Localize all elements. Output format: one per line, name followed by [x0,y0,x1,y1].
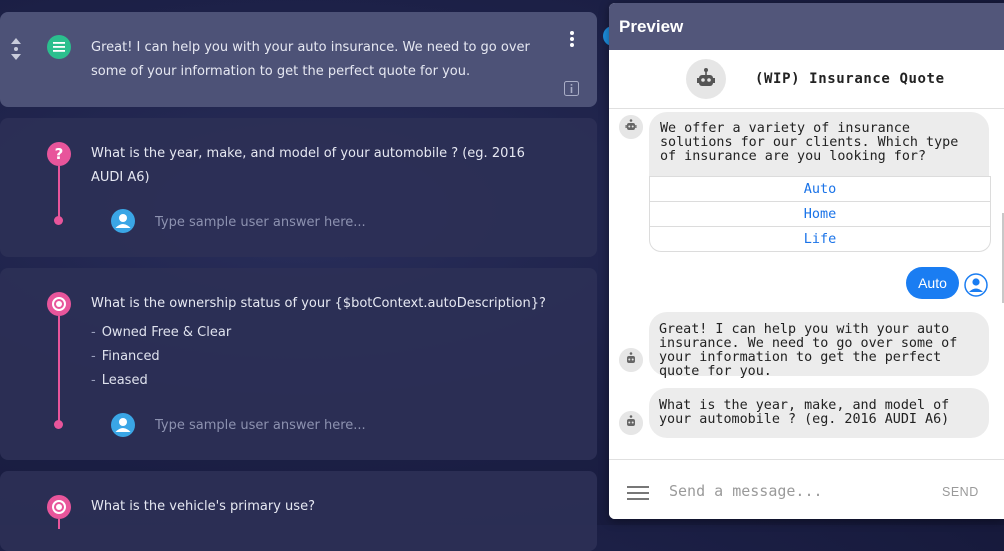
question-icon: ? [47,142,71,166]
radio-target-icon [47,495,71,519]
question-card[interactable]: ? What is the year, make, and model of y… [0,118,597,257]
bot-message: What is the year, make, and model of you… [649,388,989,438]
question-card[interactable]: What is the vehicle's primary use? [0,471,597,551]
option-item[interactable]: - Financed [91,349,160,364]
drag-handle-icon[interactable] [9,36,23,62]
bot-header: (WIP) Insurance Quote [609,50,1004,109]
robot-icon [619,348,643,372]
message-text[interactable]: Great! I can help you with your auto ins… [91,36,551,84]
message-card[interactable]: Great! I can help you with your auto ins… [0,12,597,107]
timeline-line [58,519,60,529]
preview-panel: Preview (WIP) Insurance Quote We offer a… [609,3,1004,519]
option-bullet: - [91,325,96,340]
radio-target-icon [47,292,71,316]
timeline-dot [54,420,63,429]
composer: Send a message... SEND [609,459,1004,519]
question-text[interactable]: What is the year, make, and model of you… [91,142,551,190]
user-avatar-icon [964,273,988,297]
bot-message: Great! I can help you with your auto ins… [649,312,989,379]
option-item[interactable]: - Owned Free & Clear [91,325,231,340]
user-icon [111,209,135,233]
option-label: Financed [101,349,160,364]
option-label: Owned Free & Clear [101,325,232,340]
option-bullet: - [91,373,96,388]
message-input[interactable]: Send a message... [669,482,823,500]
user-message: Auto [906,267,959,299]
bot-message: We offer a variety of insurance solution… [649,112,989,177]
quick-replies: Auto Home Life [649,176,991,252]
sample-answer-input[interactable]: Type sample user answer here... [155,418,366,433]
preview-header: Preview [609,3,1004,50]
timeline-line [58,166,60,220]
user-icon [111,413,135,437]
message-lines-icon [47,35,71,59]
info-icon[interactable] [564,81,579,96]
quick-reply-option[interactable]: Auto [650,176,990,201]
menu-icon[interactable] [627,485,649,501]
question-card[interactable]: What is the ownership status of your {$b… [0,268,597,460]
preview-title: Preview [619,17,684,36]
robot-icon [697,68,715,86]
quick-reply-option[interactable]: Home [650,201,990,226]
bot-avatar [686,59,726,99]
robot-icon [619,115,643,139]
timeline-dot [54,216,63,225]
sample-answer-input[interactable]: Type sample user answer here... [155,215,366,230]
question-text[interactable]: What is the vehicle's primary use? [91,495,551,519]
question-text[interactable]: What is the ownership status of your {$b… [91,292,551,316]
robot-icon [619,411,643,435]
bot-name: (WIP) Insurance Quote [755,71,945,87]
option-item[interactable]: - Leased [91,373,148,388]
more-vert-icon[interactable] [567,30,577,48]
svg-text:?: ? [55,145,64,163]
option-label: Leased [101,373,148,388]
send-button[interactable]: SEND [942,485,979,499]
option-bullet: - [91,349,96,364]
quick-reply-option[interactable]: Life [650,226,990,251]
timeline-line [58,316,60,424]
